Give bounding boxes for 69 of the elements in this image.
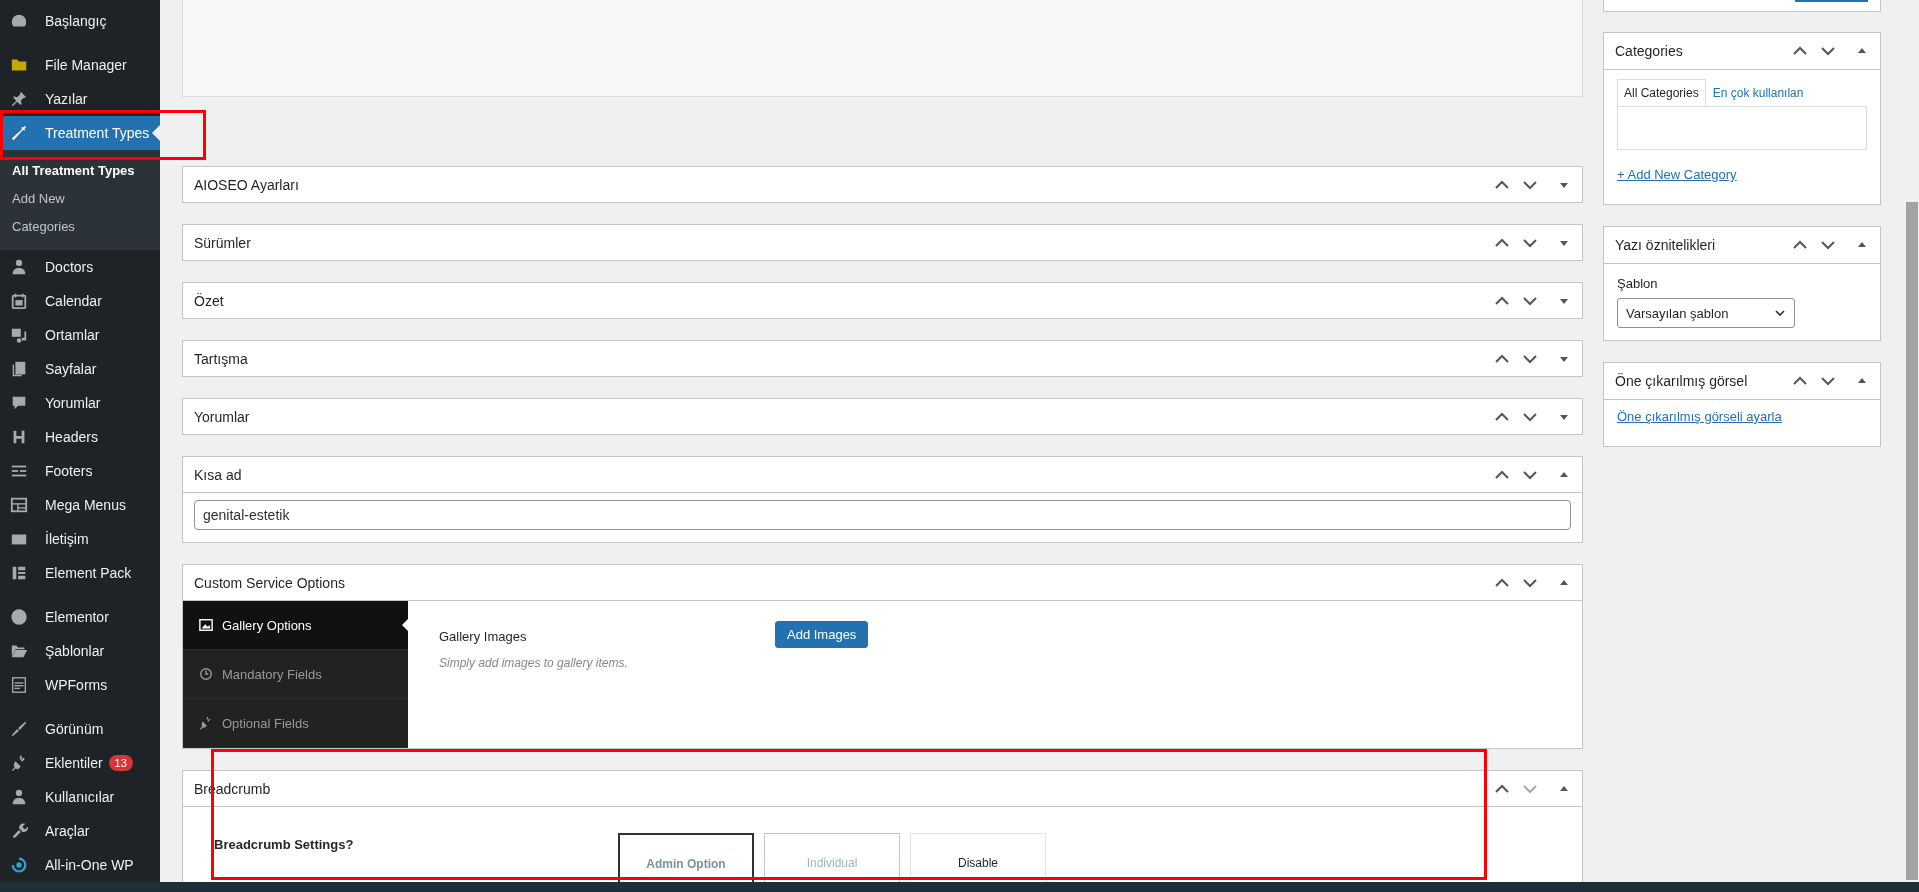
panel-title: AIOSEO Ayarları	[194, 176, 300, 193]
sidebar-item[interactable]: Footers	[0, 454, 160, 488]
panel-title: Kısa ad	[194, 466, 243, 483]
panel-title: Öne çıkarılmış görsel	[1615, 373, 1749, 389]
template-select[interactable]: Varsayılan şablon	[1617, 298, 1795, 328]
brush-icon	[10, 720, 28, 738]
panel-title: Custom Service Options	[194, 574, 346, 591]
category-tab[interactable]: All Categories	[1617, 79, 1706, 106]
sidebar-item[interactable]: Ortamlar	[0, 318, 160, 352]
panel-title: Tartışma	[194, 350, 249, 367]
clock-icon	[199, 667, 213, 681]
field-label: Gallery Images	[439, 629, 528, 644]
side-tab[interactable]: Gallery Options	[183, 601, 408, 650]
image-icon	[199, 618, 213, 632]
sidebar-item[interactable]: İletişim	[0, 522, 160, 556]
plug-icon	[199, 716, 213, 730]
field-description: Simply add images to gallery items.	[439, 656, 629, 670]
panel-title: Categories	[1615, 43, 1684, 59]
wrench-icon	[10, 822, 28, 840]
sidebar-item[interactable]: Araçlar	[0, 814, 160, 848]
sidebar-item[interactable]: Elementor	[0, 600, 160, 634]
sidebar-item[interactable]: Headers	[0, 420, 160, 454]
set-image-link[interactable]: Öne çıkarılmış görseli ayarla	[1617, 409, 1782, 434]
side-tab[interactable]: Optional Fields	[183, 699, 408, 748]
block-icon	[10, 564, 28, 582]
panel-title: Özet	[194, 292, 225, 309]
sidebar-item[interactable]: Eklentiler 13	[0, 746, 160, 780]
chevron-down-icon	[1774, 307, 1786, 319]
setting-label: Breadcrumb Settings?	[214, 837, 355, 852]
add-images-button[interactable]: Add Images	[775, 621, 869, 648]
sidebar-item[interactable]: Yazılar	[0, 82, 160, 116]
sidebar-item[interactable]: Görünüm	[0, 712, 160, 746]
sidebar-item[interactable]: Element Pack	[0, 556, 160, 590]
pin-icon	[10, 90, 28, 108]
current-notch	[152, 125, 160, 141]
calendar-icon	[10, 292, 28, 310]
sidebar-item[interactable]: Calendar	[0, 284, 160, 318]
template-label: Şablon	[1617, 276, 1659, 291]
panel-title: Yorumlar	[194, 408, 251, 425]
sidebar-item[interactable]: All-in-One WP	[0, 848, 160, 882]
panel-title: Yazı öznitelikleri	[1615, 237, 1717, 253]
sidebar-item[interactable]: Mega Menus	[0, 488, 160, 522]
media-icon	[10, 326, 28, 344]
form-icon	[10, 676, 28, 694]
sidebar-item[interactable]: Treatment Types	[0, 116, 160, 150]
grid-icon	[10, 496, 28, 514]
panel-title: Sürümler	[194, 234, 252, 251]
sidebar-item[interactable]: Kullanıcılar	[0, 780, 160, 814]
pages-icon	[10, 360, 28, 378]
submenu-item[interactable]: All Treatment Types	[0, 157, 160, 185]
sidebar-item[interactable]: Şablonlar	[0, 634, 160, 668]
sidebar-item[interactable]: WPForms	[0, 668, 160, 702]
circular-arrow-icon	[10, 856, 28, 874]
count-badge: 13	[108, 755, 133, 771]
submenu-item[interactable]: Add New	[0, 185, 160, 213]
side-tab[interactable]: Mandatory Fields	[183, 650, 408, 699]
person-icon	[10, 258, 28, 276]
category-tab[interactable]: En çok kullanılan	[1705, 79, 1811, 106]
sidebar-item[interactable]: Yorumlar	[0, 386, 160, 420]
person-icon	[10, 788, 28, 806]
slug-field[interactable]: genital-estetik	[194, 500, 1571, 530]
sidebar-item[interactable]: Sayfalar	[0, 352, 160, 386]
current-notch	[402, 619, 408, 631]
sidebar-item[interactable]: Doctors	[0, 250, 160, 284]
circle-icon	[10, 608, 28, 626]
add-category-link[interactable]: + Add New Category	[1617, 167, 1737, 192]
submenu-item[interactable]: Categories	[0, 213, 160, 241]
sidebar-item[interactable]: Başlangıç	[0, 4, 160, 38]
sidebar-item[interactable]: File Manager	[0, 48, 160, 82]
